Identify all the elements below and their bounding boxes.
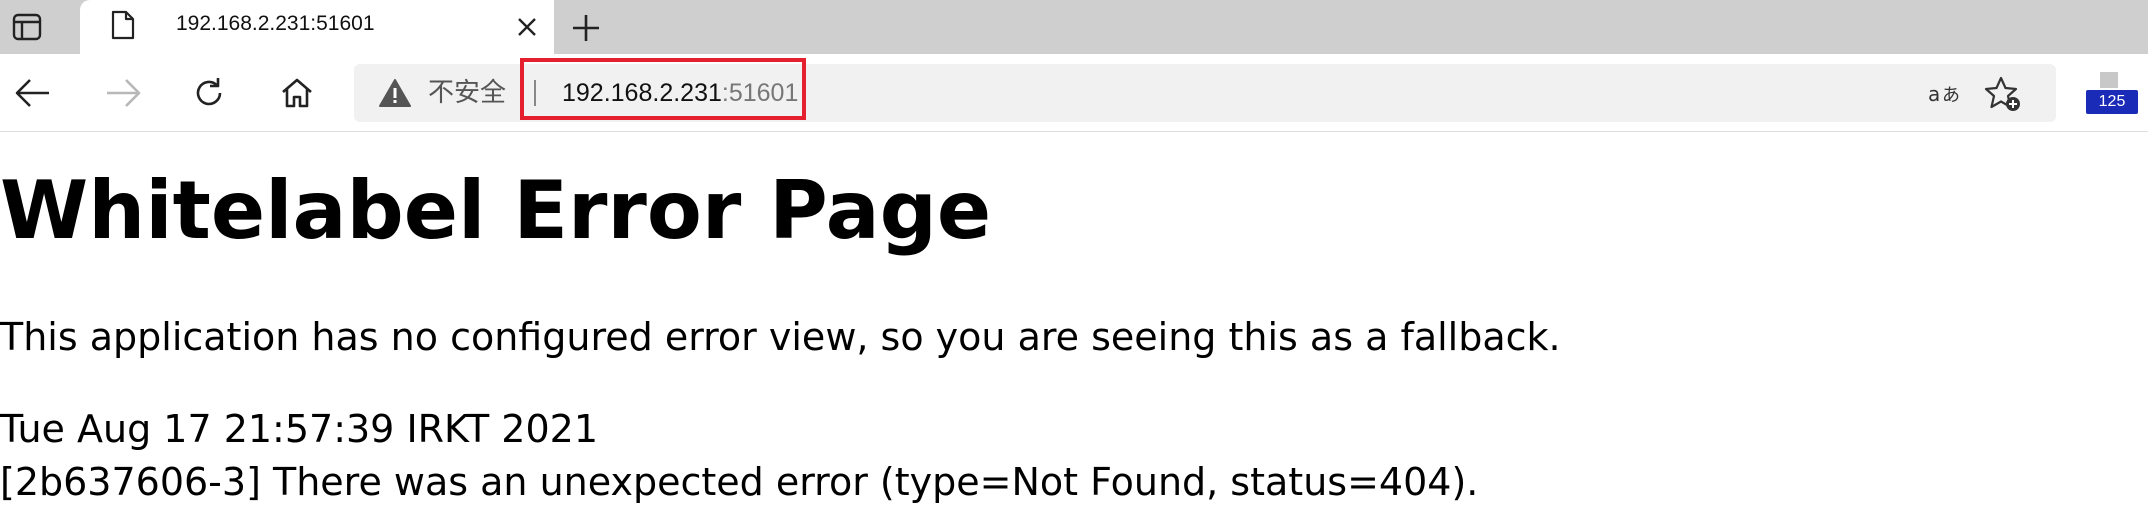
tab-actions-button[interactable] <box>0 0 54 54</box>
error-message: This application has no configured error… <box>0 315 1561 359</box>
plus-icon <box>573 15 599 41</box>
error-timestamp: Tue Aug 17 21:57:39 IRKT 2021 <box>0 407 599 451</box>
browser-toolbar: 不安全 192.168.2.231:51601 a あ 125 <box>0 54 2148 132</box>
read-aloud-button[interactable]: a あ <box>1922 74 1972 114</box>
read-aloud-icon: a あ <box>1928 82 1960 106</box>
page-title: Whitelabel Error Page <box>0 164 992 257</box>
security-warning-label[interactable]: 不安全 <box>428 64 506 122</box>
forward-arrow-icon <box>107 79 141 107</box>
browser-tab[interactable]: 192.168.2.231:51601 <box>80 0 554 54</box>
address-bar[interactable]: 不安全 192.168.2.231:51601 a あ <box>354 58 2056 122</box>
refresh-button[interactable] <box>186 70 232 116</box>
extension-icon <box>2100 72 2118 88</box>
back-arrow-icon <box>15 79 49 107</box>
tab-strip: 192.168.2.231:51601 <box>0 0 2148 54</box>
forward-button[interactable] <box>100 70 146 116</box>
url-host: 192.168.2.231 <box>562 79 722 107</box>
tab-title: 192.168.2.231:51601 <box>176 12 375 35</box>
new-tab-button[interactable] <box>564 6 608 50</box>
url-text[interactable]: 192.168.2.231:51601 <box>562 64 798 122</box>
extension-badge: 125 <box>2086 90 2138 114</box>
extension-button[interactable]: 125 <box>2082 72 2138 122</box>
page-icon <box>111 10 135 40</box>
home-icon <box>282 78 312 108</box>
svg-text:あ: あ <box>1942 85 1960 106</box>
url-port: :51601 <box>721 79 799 107</box>
home-button[interactable] <box>274 70 320 116</box>
refresh-icon <box>196 78 222 106</box>
tab-actions-icon <box>12 13 42 41</box>
error-details: [2b637606-3] There was an unexpected err… <box>0 460 1479 504</box>
add-favorite-button[interactable] <box>1980 72 2026 116</box>
add-favorite-icon <box>1984 76 2020 111</box>
back-button[interactable] <box>10 70 56 116</box>
page-content: Whitelabel Error Page This application h… <box>0 133 2148 528</box>
warning-icon[interactable] <box>378 78 412 108</box>
close-icon <box>518 18 536 36</box>
svg-text:a: a <box>1928 82 1940 106</box>
tab-close-button[interactable] <box>500 0 554 54</box>
